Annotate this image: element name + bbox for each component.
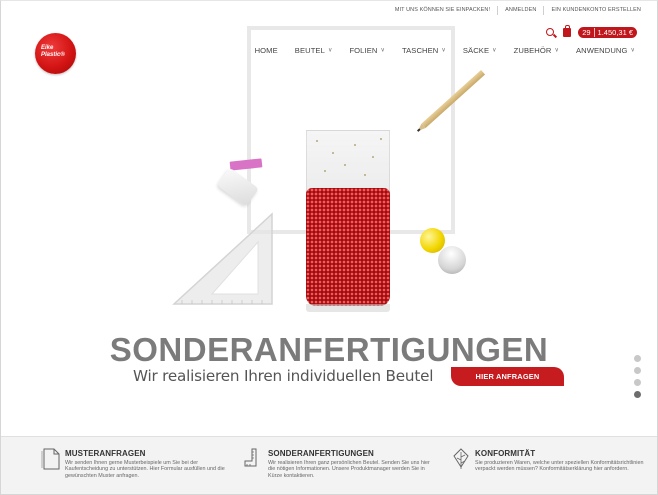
nav-item-label: SÄCKE (462, 46, 490, 55)
nav-item-label: ZUBEHÖR (513, 46, 552, 55)
nav-item-zubehoer[interactable]: ZUBEHÖR ∨ (497, 46, 559, 55)
nav-item-anwendung[interactable]: ANWENDUNG ∨ (559, 46, 635, 55)
feature-text: Sie produzieren Waren, welche unter spez… (475, 460, 644, 473)
feature-title: MUSTERANFRAGEN (65, 449, 146, 458)
logo-text-line1: Eike (41, 45, 54, 51)
logo-icon[interactable]: Eike Plastic® (35, 33, 76, 74)
hero-subline: Wir realisieren Ihren individuellen Beut… (133, 367, 434, 385)
cart-row: 29 1.450,31 € (546, 25, 637, 38)
feature-text: Wir senden Ihnen gerne Musterbeispiele u… (65, 460, 225, 479)
topbar-link-einpacken[interactable]: MIT UNS KÖNNEN SIE EINPACKEN! (388, 6, 497, 15)
chevron-down-icon: ∨ (554, 47, 559, 54)
shopping-bag-icon[interactable] (563, 25, 572, 37)
utility-bar: MIT UNS KÖNNEN SIE EINPACKEN! ANMELDEN E… (388, 6, 648, 15)
nav-item-label: ANWENDUNG (575, 46, 628, 55)
topbar-link-register[interactable]: EIN KUNDENKONTO ERSTELLEN (543, 6, 648, 15)
cart-summary-button[interactable]: 29 1.450,31 € (578, 27, 637, 38)
slider-dot-active[interactable] (634, 391, 641, 398)
logo-text: Eike Plastic® (41, 45, 65, 58)
slider-dot[interactable] (634, 379, 641, 386)
feature-title: SONDERANFERTIGUNGEN (268, 449, 374, 458)
logo-text-line2: Plastic® (41, 51, 65, 58)
feature-title: KONFORMITÄT (475, 449, 536, 458)
chevron-down-icon: ∨ (630, 47, 635, 54)
slider-pagination (634, 355, 641, 398)
measure-icon (244, 448, 257, 467)
leaf-icon (453, 448, 469, 469)
cart-count: 29 (582, 28, 595, 37)
feature-strip: MUSTERANFRAGEN Wir senden Ihnen gerne Mu… (1, 436, 657, 494)
slider-dot[interactable] (634, 355, 641, 362)
document-icon (41, 448, 60, 470)
hero-set-square-image (172, 212, 273, 305)
hero-headline: SONDERANFERTIGUNGEN (109, 331, 549, 368)
hero-bag-image (302, 130, 394, 313)
hero-eraser-image (216, 158, 263, 207)
chevron-down-icon: ∨ (492, 47, 497, 54)
slider-dot[interactable] (634, 367, 641, 374)
cart-total: 1.450,31 € (597, 28, 633, 37)
hero-cta-button[interactable]: HIER ANFRAGEN (451, 367, 564, 386)
search-icon[interactable] (546, 27, 556, 38)
feature-text: Wir realisieren Ihren ganz persönlichen … (268, 460, 430, 479)
topbar-link-login[interactable]: ANMELDEN (497, 6, 543, 15)
